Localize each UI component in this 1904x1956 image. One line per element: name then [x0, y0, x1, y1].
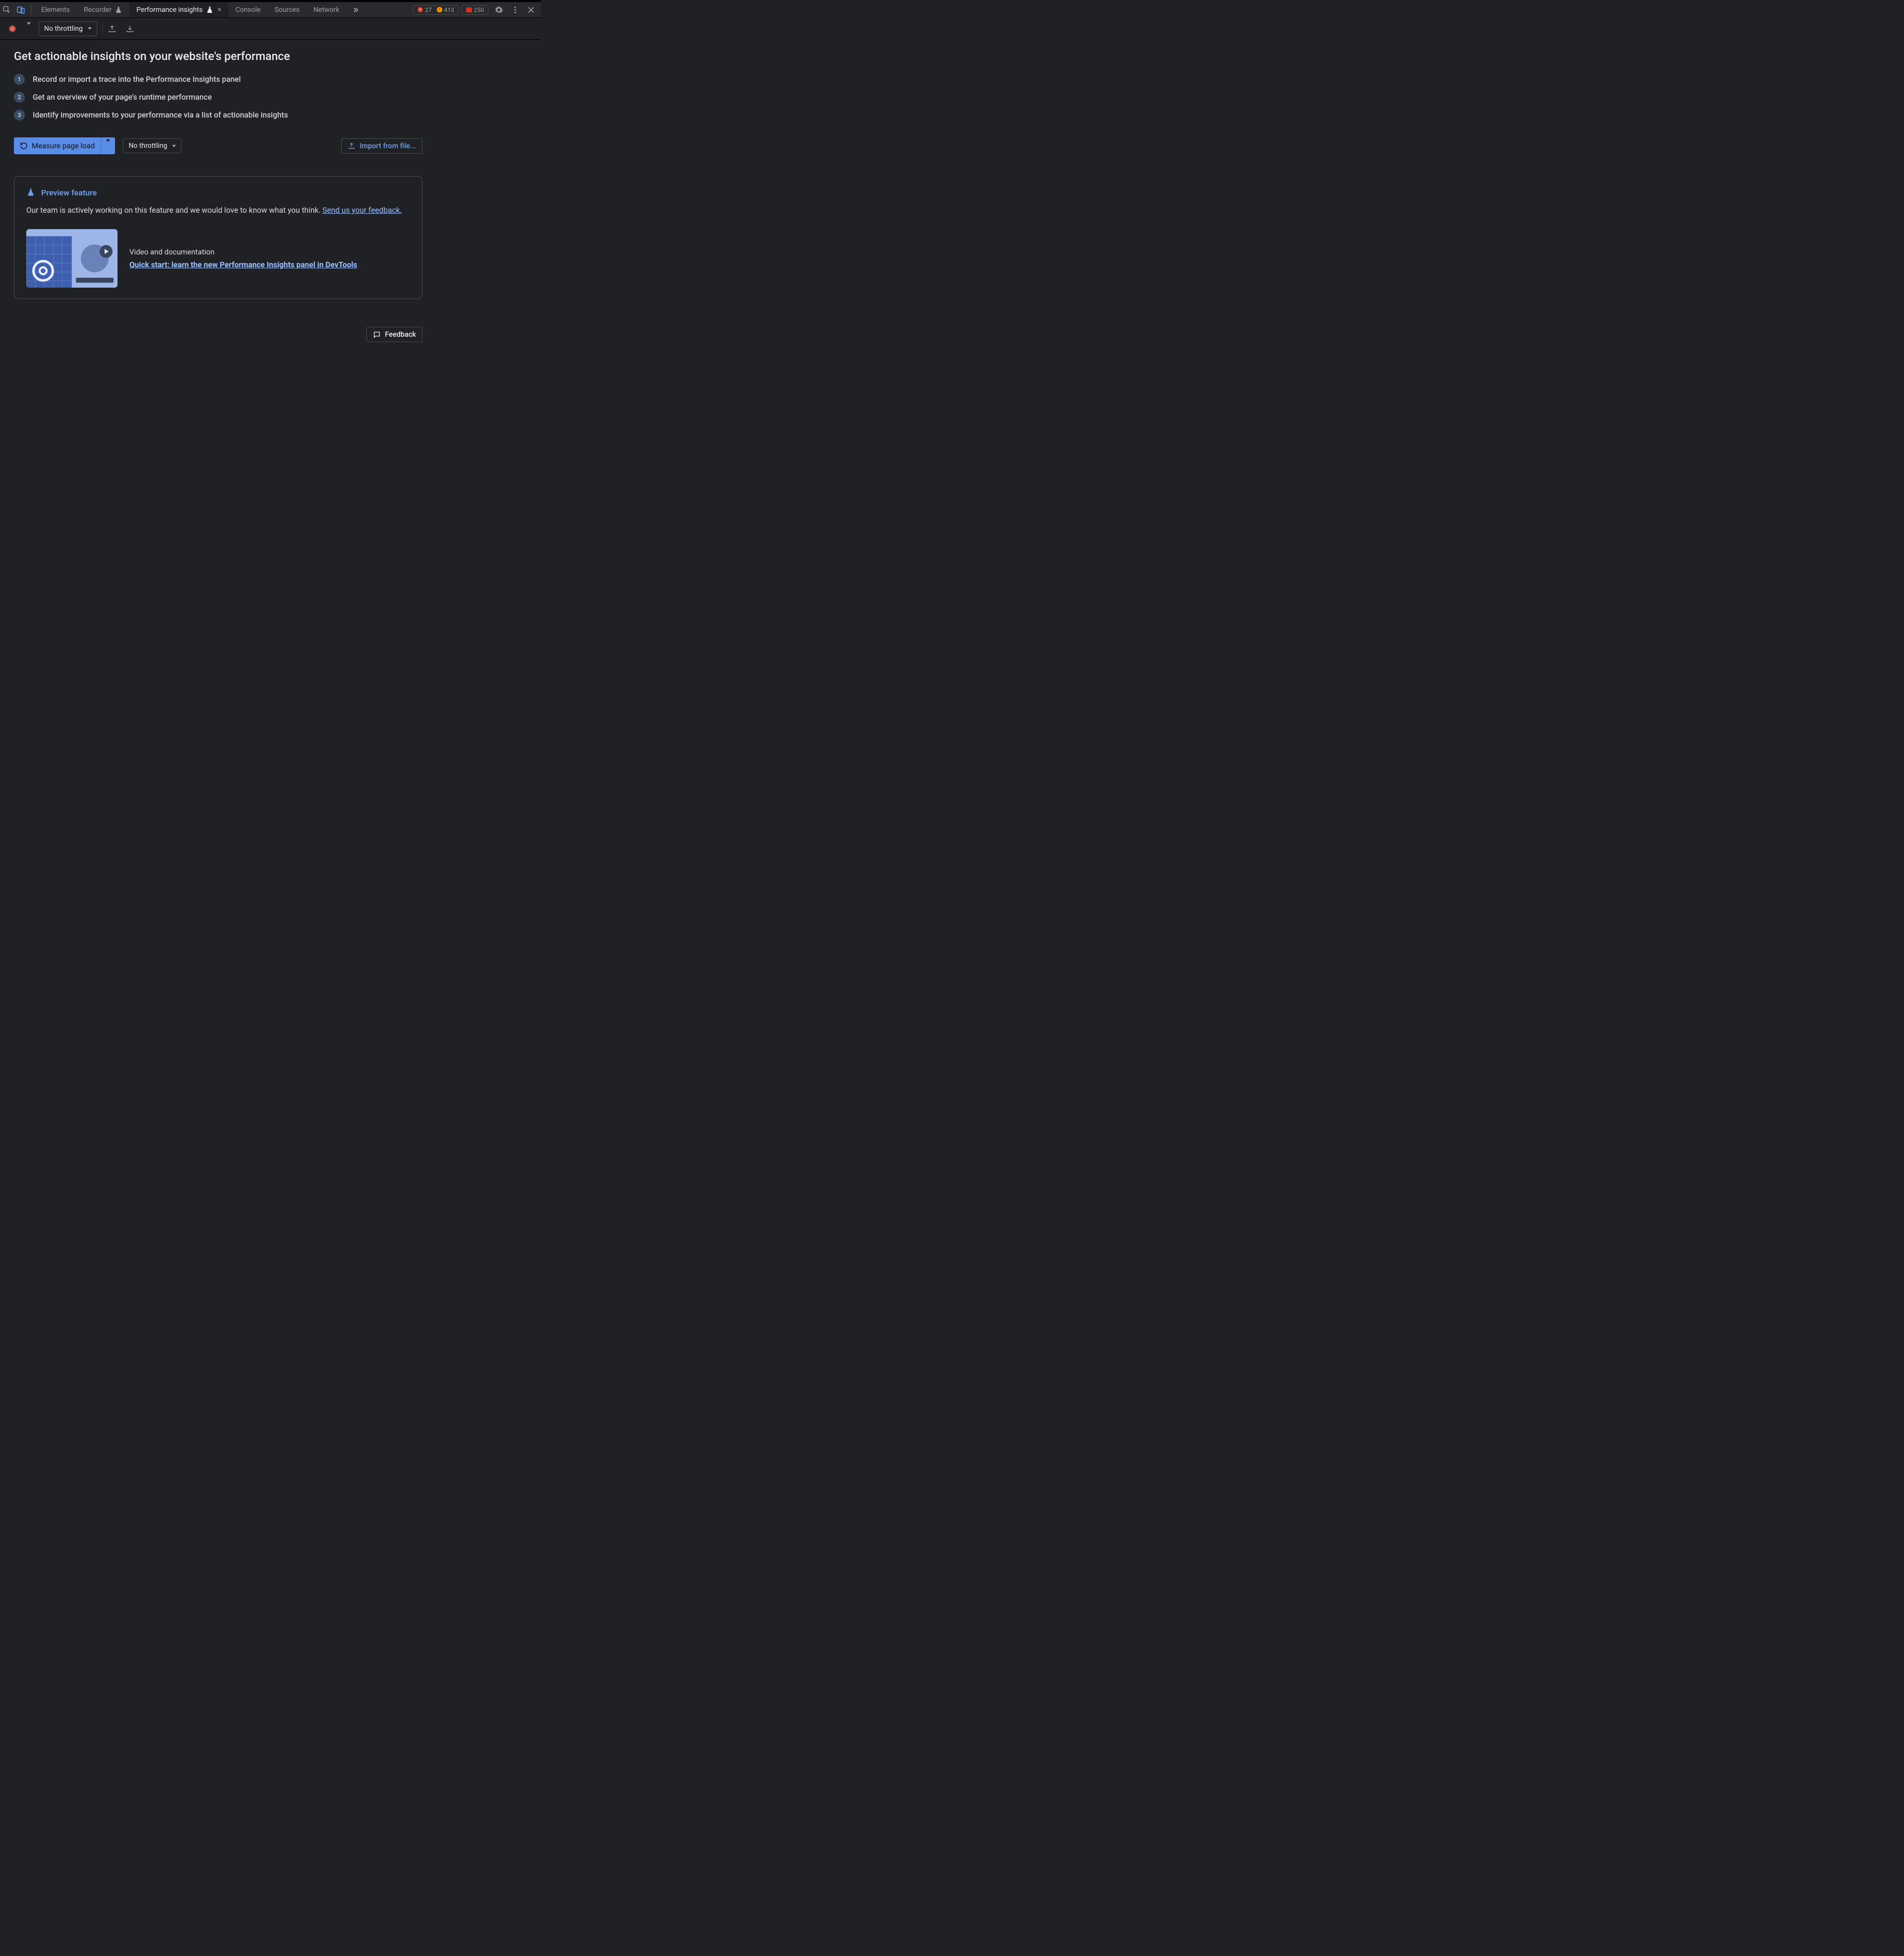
- measure-label: Measure page load: [32, 141, 95, 150]
- reload-icon: [20, 142, 28, 150]
- separator: [102, 23, 103, 34]
- measure-menu-caret[interactable]: [101, 137, 115, 154]
- tab-console[interactable]: Console: [229, 2, 268, 17]
- chevron-double-right-icon: [352, 6, 359, 14]
- play-icon: [100, 245, 113, 258]
- tab-label: Elements: [41, 6, 70, 14]
- chevron-down-icon: [172, 145, 176, 147]
- tab-network[interactable]: Network: [306, 2, 346, 17]
- page-title: Get actionable insights on your website'…: [14, 50, 422, 63]
- tab-recorder[interactable]: Recorder: [77, 2, 129, 17]
- feedback-button[interactable]: Feedback: [366, 327, 422, 342]
- gear-icon: [494, 5, 503, 14]
- preview-feature-box: Preview feature Our team is actively wor…: [14, 176, 422, 299]
- preview-title-row: Preview feature: [26, 187, 410, 197]
- settings-button[interactable]: [491, 5, 506, 14]
- tab-performance-insights[interactable]: Performance insights ×: [129, 2, 229, 17]
- step-number: 1: [14, 74, 25, 85]
- record-icon: [9, 25, 16, 32]
- step-item: 2 Get an overview of your page's runtime …: [14, 92, 422, 103]
- warnings-counter[interactable]: ! 413: [435, 6, 456, 13]
- measure-page-load-button[interactable]: Measure page load: [14, 137, 115, 154]
- progress-bar-icon: [76, 278, 114, 283]
- devtools-tab-bar: Elements Recorder Performance insights ×…: [0, 0, 541, 18]
- panel-main: Get actionable insights on your website'…: [0, 40, 436, 352]
- action-row: Measure page load No throttling Import f…: [14, 137, 422, 154]
- chat-icon: [373, 331, 381, 339]
- flask-icon: [115, 6, 122, 14]
- panel-toolbar: No throttling: [0, 18, 541, 40]
- feedback-row: Feedback: [14, 327, 422, 342]
- issues-counter[interactable]: 250: [462, 5, 488, 15]
- step-number: 3: [14, 110, 25, 121]
- chevron-down-icon: [106, 139, 110, 150]
- inspect-element-icon[interactable]: [0, 2, 14, 17]
- feedback-label: Feedback: [385, 330, 416, 339]
- throttling-value: No throttling: [44, 25, 83, 33]
- throttling-select[interactable]: No throttling: [39, 21, 97, 36]
- preview-desc-text: Our team is actively working on this fea…: [26, 206, 322, 215]
- video-row: Video and documentation Quick start: lea…: [26, 229, 410, 288]
- send-feedback-link[interactable]: Send us your feedback.: [322, 206, 402, 215]
- warning-icon: !: [437, 7, 442, 12]
- chevron-down-icon: [88, 27, 92, 30]
- console-counters[interactable]: ✕ 27 ! 413: [413, 5, 459, 15]
- video-text: Video and documentation Quick start: lea…: [129, 247, 357, 269]
- step-text: Record or import a trace into the Perfor…: [33, 75, 241, 84]
- record-button[interactable]: [6, 23, 19, 34]
- quick-start-link[interactable]: Quick start: learn the new Performance I…: [129, 260, 357, 269]
- kebab-icon: [511, 5, 520, 14]
- tabs-container: Elements Recorder Performance insights ×…: [34, 2, 364, 17]
- errors-count: 27: [425, 6, 432, 13]
- tab-sources[interactable]: Sources: [268, 2, 307, 17]
- tab-label: Network: [313, 6, 339, 14]
- video-section-title: Video and documentation: [129, 247, 357, 256]
- tabbar-right: ✕ 27 ! 413 250: [413, 2, 541, 17]
- error-icon: ✕: [417, 7, 423, 12]
- tab-label: Console: [236, 6, 261, 14]
- throttling-value: No throttling: [128, 142, 167, 150]
- upload-icon: [108, 24, 117, 33]
- step-text: Identify improvements to your performanc…: [33, 111, 288, 120]
- record-menu-caret[interactable]: [24, 22, 34, 36]
- tabs-overflow[interactable]: [347, 2, 364, 17]
- close-icon: [527, 5, 536, 14]
- import-button[interactable]: [125, 24, 138, 33]
- steps-list: 1 Record or import a trace into the Perfo…: [14, 74, 422, 121]
- issues-count: 250: [474, 6, 484, 13]
- step-item: 1 Record or import a trace into the Perfo…: [14, 74, 422, 85]
- import-from-file-button[interactable]: Import from file...: [341, 138, 422, 154]
- flask-icon: [206, 6, 214, 14]
- chevron-down-icon: [27, 22, 31, 33]
- tab-label: Performance insights: [136, 6, 203, 14]
- device-toggle-icon[interactable]: [14, 2, 28, 17]
- import-label: Import from file...: [359, 142, 416, 150]
- issue-icon: [466, 7, 472, 12]
- flask-icon: [26, 187, 35, 197]
- tab-label: Sources: [275, 6, 300, 14]
- step-text: Get an overview of your page's runtime p…: [33, 93, 212, 102]
- video-thumbnail[interactable]: [26, 229, 118, 288]
- errors-counter[interactable]: ✕ 27: [416, 6, 434, 13]
- tab-elements[interactable]: Elements: [34, 2, 77, 17]
- upload-icon: [348, 142, 356, 150]
- step-item: 3 Identify improvements to your performan…: [14, 110, 422, 121]
- tab-label: Recorder: [84, 6, 112, 14]
- throttling-select-2[interactable]: No throttling: [123, 138, 181, 153]
- download-icon: [125, 24, 134, 33]
- step-number: 2: [14, 92, 25, 103]
- close-icon[interactable]: ×: [217, 6, 222, 13]
- more-button[interactable]: [509, 5, 521, 14]
- close-devtools-button[interactable]: [524, 5, 538, 14]
- warnings-count: 413: [444, 6, 454, 13]
- preview-title: Preview feature: [41, 188, 97, 197]
- export-button[interactable]: [108, 24, 120, 33]
- chrome-logo-icon: [32, 260, 54, 282]
- preview-description: Our team is actively working on this fea…: [26, 204, 410, 216]
